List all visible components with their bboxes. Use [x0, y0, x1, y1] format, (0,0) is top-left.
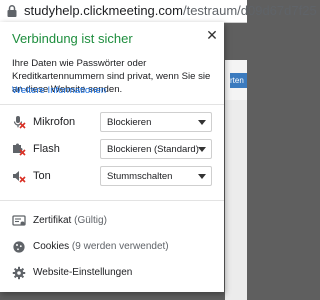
background-button[interactable]: rten [230, 73, 247, 88]
certificate-status: (Gültig) [74, 215, 107, 226]
permission-label-sound: Ton [33, 170, 51, 182]
permission-row-microphone: Mikrofon Blockieren [0, 110, 224, 134]
certificate-label: Zertifikat (Gültig) [33, 215, 107, 226]
cookies-row[interactable]: Cookies (9 werden verwendet) [0, 236, 224, 258]
select-value: Stummschalten [107, 171, 173, 182]
certificate-icon [12, 214, 26, 228]
background-page-lower [225, 100, 247, 300]
gear-icon [12, 266, 26, 280]
divider [0, 104, 224, 105]
permission-label-microphone: Mikrofon [33, 116, 76, 128]
url-text[interactable]: studyhelp.clickmeeting.com/testraum/d09d… [24, 3, 317, 18]
select-value: Blockieren (Standard) [107, 144, 199, 155]
lock-icon[interactable] [5, 4, 19, 18]
chevron-down-icon [198, 147, 206, 152]
chevron-down-icon [198, 174, 206, 179]
select-value: Blockieren [107, 117, 152, 128]
address-bar[interactable]: studyhelp.clickmeeting.com/testraum/d09d… [0, 0, 317, 23]
divider [0, 200, 224, 201]
permission-row-sound: Ton Stummschalten [0, 164, 224, 188]
microphone-permission-select[interactable]: Blockieren [100, 112, 212, 132]
background-button-label: rten [230, 76, 244, 85]
cookie-icon [12, 240, 26, 254]
url-host: studyhelp.clickmeeting.com [24, 3, 183, 18]
flash-permission-select[interactable]: Blockieren (Standard) [100, 139, 212, 159]
certificate-text: Zertifikat [33, 215, 72, 226]
site-settings-label: Website-Einstellungen [33, 267, 133, 278]
site-settings-row[interactable]: Website-Einstellungen [0, 262, 224, 284]
cookies-text: Cookies [33, 241, 70, 252]
permission-row-flash: Flash Blockieren (Standard) [0, 137, 224, 161]
speaker-muted-icon [12, 169, 26, 183]
permission-label-flash: Flash [33, 143, 60, 155]
url-path: /testraum/d09d67d7f25 [182, 3, 317, 18]
certificate-row[interactable]: Zertifikat (Gültig) [0, 210, 224, 232]
cookies-count: (9 werden verwendet) [71, 241, 169, 252]
close-icon[interactable]: ✕ [205, 28, 219, 42]
cookies-label: Cookies (9 werden verwendet) [33, 241, 169, 252]
microphone-blocked-icon [12, 115, 26, 129]
popup-title: Verbindung ist sicher [12, 31, 133, 46]
chevron-down-icon [198, 120, 206, 125]
site-info-popup: Verbindung ist sicher ✕ Ihre Daten wie P… [0, 22, 224, 292]
sound-permission-select[interactable]: Stummschalten [100, 166, 212, 186]
more-info-link[interactable]: Weitere Informationen [12, 85, 106, 96]
puzzle-blocked-icon [12, 142, 26, 156]
